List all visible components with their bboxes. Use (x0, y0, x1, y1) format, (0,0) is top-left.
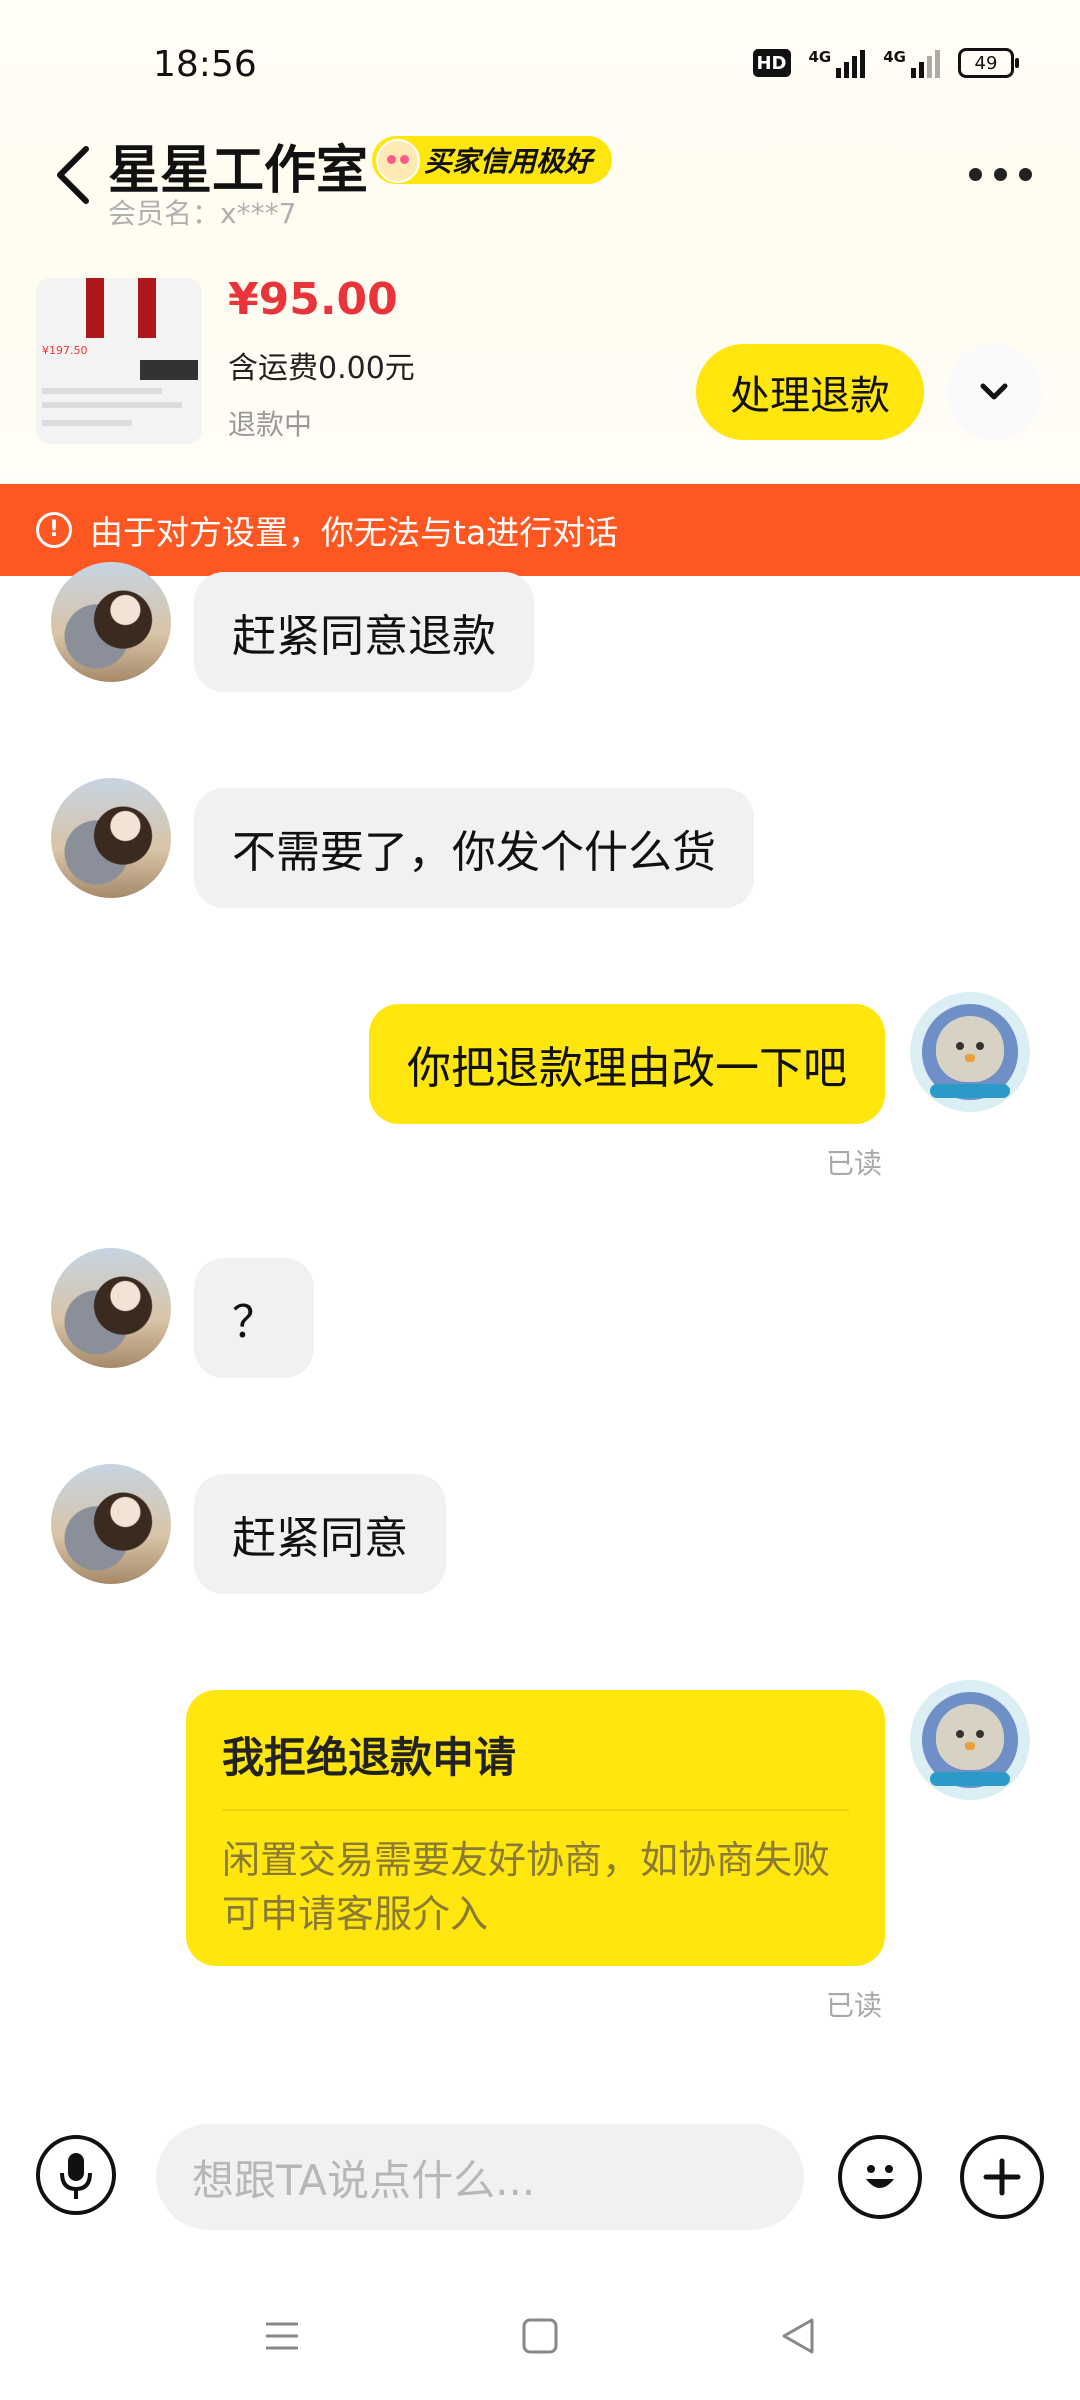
smile-face-icon (376, 139, 420, 183)
message-bubble[interactable]: 赶紧同意 (194, 1474, 446, 1594)
more-icon[interactable] (969, 168, 1032, 181)
menu-icon[interactable] (262, 2316, 302, 2360)
avatar[interactable] (51, 562, 171, 682)
signal-icon: 4G (809, 48, 866, 78)
signal-icon: 4G (883, 48, 940, 78)
card-body: 闲置交易需要友好协商，如协商失败可申请客服介入 (222, 1838, 831, 1936)
notice-text: 由于对方设置，你无法与ta进行对话 (90, 513, 619, 552)
avatar[interactable] (51, 1248, 171, 1368)
refund-reject-card[interactable]: 我拒绝退款申请 闲置交易需要友好协商，如协商失败可申请客服介入 (186, 1690, 885, 1966)
plus-icon (983, 2158, 1021, 2196)
avatar[interactable] (51, 1464, 171, 1584)
message-bubble[interactable]: 赶紧同意退款 (194, 572, 534, 692)
avatar[interactable] (51, 778, 171, 898)
microphone-button[interactable] (36, 2135, 116, 2215)
microphone-icon (60, 2153, 92, 2199)
message-bubble[interactable]: 你把退款理由改一下吧 (369, 1004, 885, 1124)
message-input[interactable]: 想跟TA说点什么... (156, 2124, 804, 2230)
home-icon[interactable] (520, 2316, 560, 2360)
read-receipt: 已读 (826, 1989, 883, 2022)
message-bubble[interactable]: ？ (194, 1258, 314, 1378)
emoji-button[interactable] (838, 2135, 922, 2219)
member-name: 会员名：x***7 (108, 197, 297, 230)
product-thumbnail[interactable]: ¥197.50 (36, 278, 202, 444)
divider (222, 1809, 849, 1811)
refund-status: 退款中 (228, 408, 313, 441)
read-receipt: 已读 (826, 1147, 883, 1180)
chevron-down-icon (980, 383, 1008, 400)
message-bubble[interactable]: 不需要了，你发个什么货 (194, 788, 754, 908)
back-triangle-icon[interactable] (778, 2316, 818, 2360)
emoji-icon (866, 2165, 894, 2188)
credit-badge-label: 买家信用极好 (424, 145, 593, 178)
expand-button[interactable] (946, 344, 1042, 440)
process-refund-button[interactable]: 处理退款 (696, 344, 924, 440)
avatar[interactable] (910, 1680, 1030, 1800)
shipping-fee: 含运费0.00元 (228, 351, 415, 386)
status-time: 18:56 (153, 44, 257, 85)
status-icons: HD 4G 4G 49 (752, 48, 1019, 78)
product-price: ¥95.00 (228, 274, 398, 325)
notice-banner: ! 由于对方设置，你无法与ta进行对话 (0, 484, 1080, 576)
plus-button[interactable] (960, 2135, 1044, 2219)
avatar[interactable] (910, 992, 1030, 1112)
card-title: 我拒绝退款申请 (222, 1733, 517, 1782)
credit-badge: 买家信用极好 (372, 136, 613, 184)
battery-icon: 49 (958, 48, 1019, 78)
warning-icon: ! (36, 512, 72, 548)
back-icon[interactable] (52, 145, 94, 205)
hd-icon: HD (752, 49, 791, 77)
